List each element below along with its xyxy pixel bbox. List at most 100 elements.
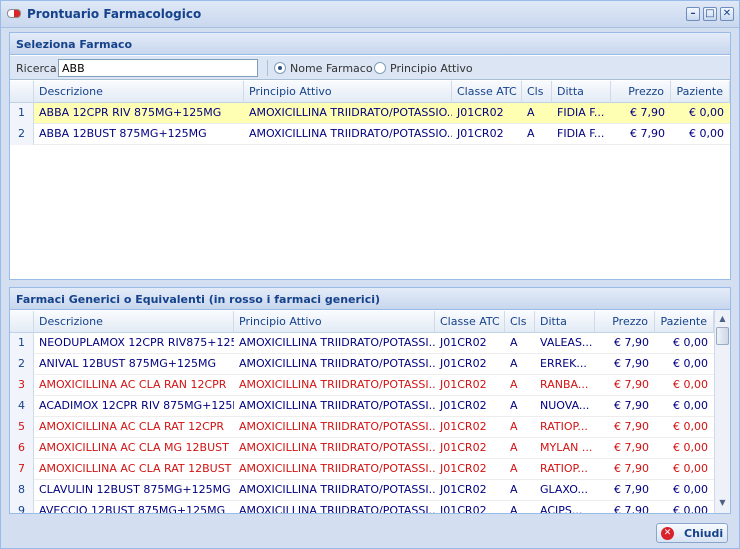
cell-paziente: € 0,00 <box>673 336 708 349</box>
scroll-up-icon[interactable]: ▲ <box>715 312 730 326</box>
cell-paziente: € 0,00 <box>673 357 708 370</box>
cell-prezzo: € 7,90 <box>630 106 665 119</box>
table-row[interactable]: 2 ANIVAL 12BUST 875MG+125MG AMOXICILLINA T… <box>10 354 714 375</box>
radio-nome-farmaco-label[interactable]: Nome Farmaco <box>290 62 373 75</box>
table-row[interactable]: 4 ACADIMOX 12CPR RIV 875MG+125MG AMOXICILL… <box>10 396 714 417</box>
col-descrizione[interactable]: Descrizione <box>34 311 234 333</box>
table-row[interactable]: 9 AVECCIO 12BUST 875MG+125MG AMOXICILLINA … <box>10 501 714 514</box>
cell-prezzo: € 7,90 <box>630 127 665 140</box>
cell-principio: AMOXICILLINA TRIIDRATO/POTASSI... <box>239 357 435 370</box>
select-drug-panel-header: Seleziona Farmaco <box>10 33 730 55</box>
radio-nome-farmaco[interactable] <box>274 62 286 74</box>
col-rownum <box>10 311 34 333</box>
cell-descrizione: ABBA 12BUST 875MG+125MG <box>39 127 207 140</box>
row-number: 6 <box>10 438 34 459</box>
generics-vertical-scrollbar[interactable]: ▲ ▼ <box>714 310 730 513</box>
cell-ditta: MYLAN ... <box>540 441 593 454</box>
col-classe-atc[interactable]: Classe ATC <box>435 311 505 333</box>
cell-principio: AMOXICILLINA TRIIDRATO/POTASSI... <box>239 441 435 454</box>
cell-atc: J01CR02 <box>440 483 487 496</box>
close-icon: ✕ <box>661 527 674 540</box>
cell-descrizione: CLAVULIN 12BUST 875MG+125MG <box>39 483 231 496</box>
cell-atc: J01CR02 <box>440 399 487 412</box>
cell-ditta: FIDIA F... <box>557 127 605 140</box>
cell-descrizione: NEODUPLAMOX 12CPR RIV875+125... <box>39 336 234 349</box>
cell-descrizione: AMOXICILLINA AC CLA RAT 12CPR <box>39 420 225 433</box>
table-row[interactable]: 6 AMOXICILLINA AC CLA MG 12BUST AMOXICILLI… <box>10 438 714 459</box>
cell-paziente: € 0,00 <box>673 420 708 433</box>
table-row[interactable]: 3 AMOXICILLINA AC CLA RAN 12CPR AMOXICILLI… <box>10 375 714 396</box>
cell-principio: AMOXICILLINA TRIIDRATO/POTASSI... <box>239 336 435 349</box>
col-prezzo[interactable]: Prezzo <box>611 81 671 103</box>
close-window-icon[interactable]: ✕ <box>720 7 734 21</box>
col-cls[interactable]: Cls <box>522 81 552 103</box>
cell-descrizione: ANIVAL 12BUST 875MG+125MG <box>39 357 216 370</box>
table-row[interactable]: 8 CLAVULIN 12BUST 875MG+125MG AMOXICILLINA… <box>10 480 714 501</box>
cell-prezzo: € 7,90 <box>614 420 649 433</box>
cell-principio: AMOXICILLINA TRIIDRATO/POTASSI... <box>239 399 435 412</box>
maximize-icon[interactable]: □ <box>703 7 717 21</box>
cell-prezzo: € 7,90 <box>614 357 649 370</box>
toolbar-separator <box>267 60 268 76</box>
cell-prezzo: € 7,90 <box>614 399 649 412</box>
col-principio-attivo[interactable]: Principio Attivo <box>234 311 435 333</box>
cell-prezzo: € 7,90 <box>614 336 649 349</box>
cell-cls: A <box>510 462 518 475</box>
cell-ditta: RANBA... <box>540 378 589 391</box>
select-grid-header: Descrizione Principio Attivo Classe ATC … <box>10 81 730 103</box>
cell-atc: J01CR02 <box>457 106 504 119</box>
col-paziente[interactable]: Paziente <box>655 311 714 333</box>
col-paziente[interactable]: Paziente <box>671 81 730 103</box>
row-number: 9 <box>10 501 34 513</box>
cell-prezzo: € 7,90 <box>614 462 649 475</box>
cell-ditta: ERREK... <box>540 357 587 370</box>
cell-prezzo: € 7,90 <box>614 483 649 496</box>
search-input[interactable] <box>58 59 258 77</box>
col-descrizione[interactable]: Descrizione <box>34 81 244 103</box>
cell-ditta: GLAXO... <box>540 483 588 496</box>
close-button[interactable]: ✕ Chiudi <box>656 523 728 543</box>
cell-atc: J01CR02 <box>440 336 487 349</box>
col-principio-attivo[interactable]: Principio Attivo <box>244 81 452 103</box>
title-bar: Prontuario Farmacologico – □ ✕ <box>1 1 739 28</box>
scroll-down-icon[interactable]: ▼ <box>715 496 730 510</box>
radio-principio-attivo[interactable] <box>374 62 386 74</box>
search-bar: Ricerca Nome Farmaco Principio Attivo <box>10 56 730 80</box>
close-button-label: Chiudi <box>684 527 724 540</box>
row-number: 2 <box>10 124 34 145</box>
cell-cls: A <box>510 336 518 349</box>
select-drug-panel: Seleziona Farmaco Ricerca Nome Farmaco P… <box>9 32 731 280</box>
col-ditta[interactable]: Ditta <box>535 311 595 333</box>
cell-paziente: € 0,00 <box>673 483 708 496</box>
col-prezzo[interactable]: Prezzo <box>595 311 655 333</box>
radio-principio-attivo-label[interactable]: Principio Attivo <box>390 62 473 75</box>
col-cls[interactable]: Cls <box>505 311 535 333</box>
cell-prezzo: € 7,90 <box>614 504 649 514</box>
row-number: 1 <box>10 333 34 354</box>
cell-atc: J01CR02 <box>440 504 487 514</box>
minimize-icon[interactable]: – <box>686 7 700 21</box>
cell-paziente: € 0,00 <box>673 462 708 475</box>
col-ditta[interactable]: Ditta <box>552 81 611 103</box>
scroll-thumb[interactable] <box>716 327 729 345</box>
cell-cls: A <box>510 357 518 370</box>
cell-cls: A <box>510 483 518 496</box>
table-row[interactable]: 5 AMOXICILLINA AC CLA RAT 12CPR AMOXICILLI… <box>10 417 714 438</box>
table-row[interactable]: 1 NEODUPLAMOX 12CPR RIV875+125... AMOXICIL… <box>10 333 714 354</box>
cell-cls: A <box>527 127 535 140</box>
cell-principio: AMOXICILLINA TRIIDRATO/POTASSI... <box>239 378 435 391</box>
cell-principio: AMOXICILLINA TRIIDRATO/POTASSI... <box>239 483 435 496</box>
cell-ditta: RATIOP... <box>540 420 588 433</box>
table-row[interactable]: 7 AMOXICILLINA AC CLA RAT 12BUST AMOXICILL… <box>10 459 714 480</box>
row-number: 3 <box>10 375 34 396</box>
col-classe-atc[interactable]: Classe ATC <box>452 81 522 103</box>
table-row[interactable]: 2 ABBA 12BUST 875MG+125MG AMOXICILLINA TRI… <box>10 124 730 145</box>
cell-prezzo: € 7,90 <box>614 378 649 391</box>
generics-panel: Farmaci Generici o Equivalenti (in rosso… <box>9 287 731 514</box>
table-row[interactable]: 1 ABBA 12CPR RIV 875MG+125MG AMOXICILLINA … <box>10 103 730 124</box>
window-title: Prontuario Farmacologico <box>27 7 202 21</box>
cell-principio: AMOXICILLINA TRIIDRATO/POTASSIO... <box>249 127 452 140</box>
cell-paziente: € 0,00 <box>673 441 708 454</box>
prontuario-window: Prontuario Farmacologico – □ ✕ Seleziona… <box>0 0 740 549</box>
search-label: Ricerca <box>16 62 57 75</box>
